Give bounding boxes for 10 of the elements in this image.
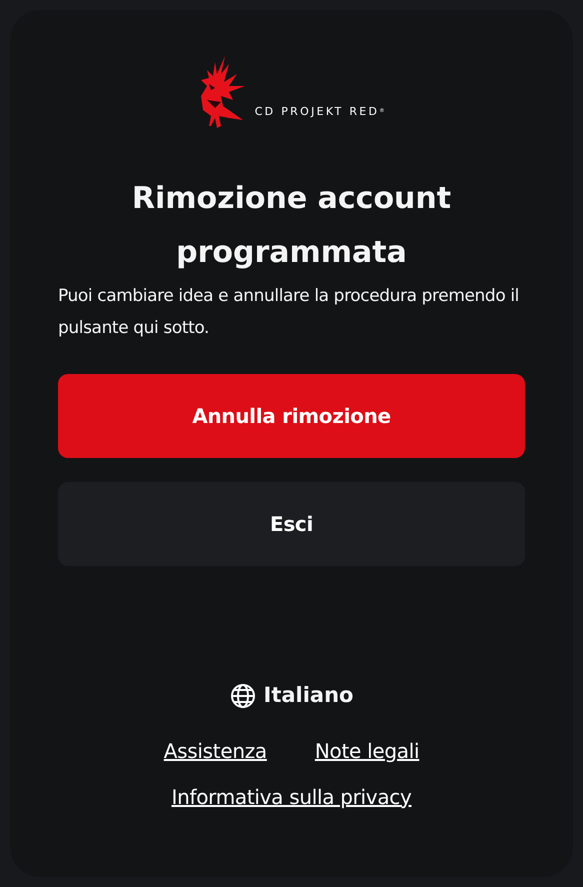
footer-link[interactable]: Assistenza (164, 736, 267, 766)
language-selector[interactable]: Italiano (264, 680, 354, 712)
message-text: Puoi cambiare idea e annullare la procedura premendo il pulsante qui sotto. (58, 285, 520, 340)
page-title: Rimozione account programmata (130, 180, 452, 272)
footer-link[interactable]: Note legali (314, 736, 420, 766)
logo-text: CD PROJEKT RED$^{®}$ (254, 104, 384, 120)
cancel-removal-button[interactable]: Annulla rimozione (58, 374, 525, 458)
footer-link[interactable]: Informativa sulla privacy (171, 782, 412, 812)
logout-button[interactable]: Esci (58, 482, 525, 566)
globe-icon (230, 682, 256, 709)
